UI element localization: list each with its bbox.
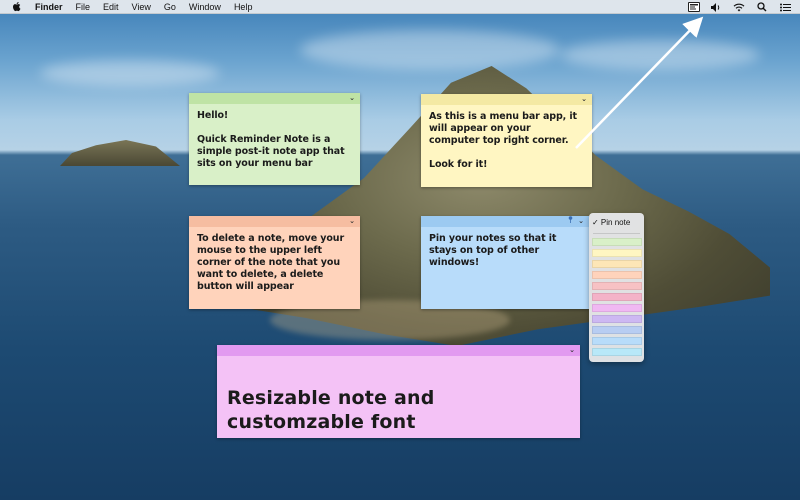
color-swatch[interactable] [592,282,642,290]
chevron-down-icon[interactable]: ⌄ [349,216,355,227]
menu-bar: Finder File Edit View Go Window Help [0,0,800,14]
note-title-bar[interactable]: ⌄ [189,93,360,104]
note-text[interactable]: Hello! Quick Reminder Note is a simple p… [189,104,360,176]
note-title-bar[interactable]: ⌄ [421,216,589,227]
small-island [60,140,180,166]
sticky-note-green[interactable]: ⌄ Hello! Quick Reminder Note is a simple… [189,93,360,185]
apple-menu-icon[interactable] [10,0,23,13]
chevron-down-icon[interactable]: ⌄ [349,93,355,104]
menu-view[interactable]: View [132,0,151,14]
color-swatch[interactable] [592,238,642,246]
color-swatch[interactable] [592,249,642,257]
color-swatch[interactable] [592,304,642,312]
chevron-down-icon[interactable]: ⌄ [569,345,575,356]
control-center-icon[interactable] [778,1,792,13]
color-swatch[interactable] [592,315,642,323]
color-swatch[interactable] [592,271,642,279]
color-swatch[interactable] [592,260,642,268]
color-swatch[interactable] [592,348,642,356]
note-text[interactable]: To delete a note, move your mouse to the… [189,227,360,299]
sticky-note-blue[interactable]: ⌄ Pin your notes so that it stays on top… [421,216,589,309]
quick-reminder-note-icon[interactable] [688,2,700,12]
note-title-bar[interactable]: ⌄ [189,216,360,227]
menu-window[interactable]: Window [189,0,221,14]
spotlight-search-icon[interactable] [755,1,769,13]
color-swatch[interactable] [592,326,642,334]
sticky-note-pink[interactable]: ⌄ Resizable note and customzable font [217,345,580,438]
cloud [40,60,220,86]
wifi-icon[interactable] [732,1,746,13]
note-options-menu: ✓ Pin note [589,213,644,362]
menu-bar-tray [679,0,792,14]
menu-file[interactable]: File [76,0,91,14]
sticky-note-orange[interactable]: ⌄ To delete a note, move your mouse to t… [189,216,360,309]
menu-finder[interactable]: Finder [35,0,63,14]
note-text[interactable]: Pin your notes so that it stays on top o… [421,227,589,275]
note-title-bar[interactable]: ⌄ [217,345,580,356]
chevron-down-icon[interactable]: ⌄ [578,216,584,227]
menu-separator [593,233,640,234]
cloud [560,40,760,70]
note-text[interactable]: Resizable note and customzable font [217,356,580,464]
volume-icon[interactable] [709,1,723,13]
color-swatch-list [589,238,644,356]
menu-go[interactable]: Go [164,0,176,14]
color-swatch[interactable] [592,293,642,301]
note-text[interactable]: As this is a menu bar app, it will appea… [421,105,592,177]
chevron-down-icon[interactable]: ⌄ [581,94,587,105]
pin-note-menu-item[interactable]: ✓ Pin note [589,216,644,230]
pin-icon[interactable] [568,216,573,227]
color-swatch[interactable] [592,337,642,345]
sticky-note-yellow[interactable]: ⌄ As this is a menu bar app, it will app… [421,94,592,187]
note-title-bar[interactable]: ⌄ [421,94,592,105]
menu-edit[interactable]: Edit [103,0,119,14]
cloud [300,30,560,70]
menu-help[interactable]: Help [234,0,253,14]
